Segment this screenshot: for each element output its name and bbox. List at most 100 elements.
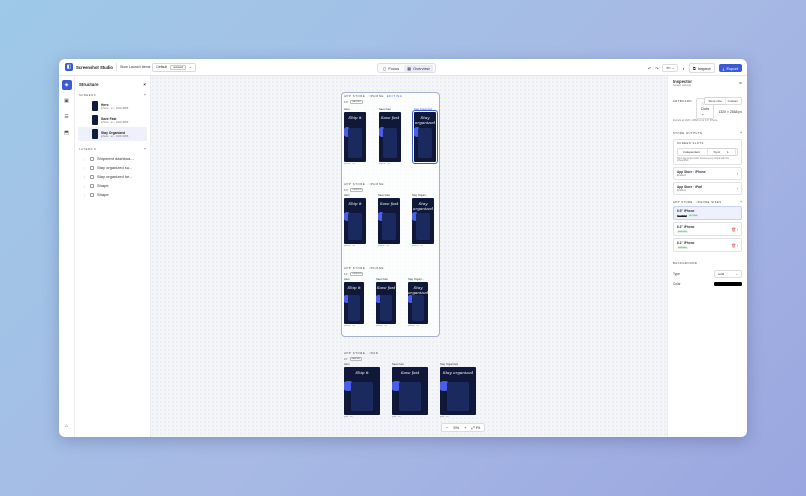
screen-item[interactable]: Stay Organized iphone · en · 1320×2868: [78, 127, 147, 141]
screenshot-footer: iphone · en: [378, 245, 389, 247]
screenshot-preview[interactable]: Save Fast Save fast iphone · en: [379, 108, 401, 165]
screenshot-headline: Stay organized: [414, 115, 436, 125]
redo-icon[interactable]: ↷: [655, 66, 658, 71]
undo-icon[interactable]: ↶: [648, 66, 651, 71]
screen-item[interactable]: Hero iphone · en · 1320×2868: [78, 99, 147, 113]
focus-icon: ◻: [383, 65, 387, 71]
sync-option[interactable]: Sync 1: [707, 149, 735, 155]
group-badge: DERIVED: [350, 188, 364, 192]
screenshot-headline: Stay organized: [408, 284, 428, 295]
language-select[interactable]: en ⌄: [662, 64, 679, 72]
screenshot-preview[interactable]: Save Fast Save fast iphone · en: [378, 194, 400, 247]
layers-tool-icon[interactable]: ◈: [61, 80, 72, 90]
device-size-item[interactable]: 6.3" iPhone DERIVED 🗑 ›: [673, 222, 742, 236]
screen-slots-card: SCREEN SLOTS Independent Sync 1 Sync laye…: [673, 139, 742, 165]
layer-name: Shape: [97, 192, 109, 197]
screenshot-headline: Ship it: [347, 284, 361, 290]
screenshot-headline: Save fast: [380, 115, 400, 120]
layer-item[interactable]: ⋮ Shape: [75, 190, 150, 199]
profile-select[interactable]: Default unsaved ⌄: [152, 62, 196, 72]
export-button[interactable]: ⤓ Export: [718, 64, 742, 72]
chevron-down-icon: ⌄: [735, 272, 738, 276]
store-output-item[interactable]: App Store · iPhone Enabled ›: [673, 167, 742, 180]
zoom-in-icon[interactable]: +: [464, 425, 466, 430]
custom-option[interactable]: Custom: [725, 98, 741, 104]
layer-item[interactable]: ⋮ Stay organized su...: [75, 163, 150, 172]
layers-count: 5: [94, 147, 97, 151]
screenshot-preview[interactable]: Save Fast Save fast ipad · en: [392, 363, 428, 418]
size-tag: DERIVED: [677, 231, 688, 233]
chevron-down-icon: ⌄: [188, 65, 192, 69]
grid-icon: ▦: [407, 65, 412, 71]
screenshot-headline: Save fast: [379, 200, 399, 206]
inspect-button[interactable]: ⧉ Inspect: [688, 63, 715, 73]
drag-handle-icon[interactable]: ⋮: [83, 166, 87, 170]
screenshot-preview[interactable]: Stay Organized Stay organized ipad · en: [440, 363, 476, 418]
layer-item[interactable]: ⋮ Shipment dashboa...: [75, 154, 150, 163]
screenshot-preview[interactable]: Save Fast Save fast iphone · en: [376, 278, 396, 327]
screen-slots-label: SCREEN SLOTS: [677, 142, 704, 145]
chevron-icon[interactable]: ›: [737, 172, 738, 176]
chevron-icon[interactable]: ›: [736, 228, 738, 232]
layer-type-icon: [90, 156, 94, 161]
screen-item[interactable]: Save Fast iphone · en · 1320×2868: [78, 113, 147, 127]
add-output-icon[interactable]: +: [740, 131, 742, 135]
screen-text: Stay Organized iphone · en · 1320×2868: [101, 131, 128, 138]
collapse-icon[interactable]: ×: [143, 82, 146, 87]
add-size-icon[interactable]: +: [740, 200, 742, 204]
profile-label: Default: [156, 65, 168, 69]
group-title: APP STORE · IPHONE: [344, 94, 384, 98]
drag-handle-icon[interactable]: ⋮: [83, 184, 87, 188]
screenshot-footer: iphone · en: [414, 163, 425, 165]
store-size-option[interactable]: Store size: [705, 98, 725, 104]
screenshot-image: Ship it: [344, 282, 364, 324]
group-title: APP STORE · IPAD: [344, 351, 379, 355]
drag-handle-icon[interactable]: ⋮: [83, 193, 87, 197]
screenshot-preview[interactable]: Hero Ship it iphone · en: [344, 278, 364, 327]
tool-rail: ◈ ▣ ☰ ⬒ ⌂: [59, 76, 75, 437]
stack-tool-icon[interactable]: ☰: [62, 112, 72, 122]
zoom-value: 5%: [453, 425, 460, 430]
background-type-select[interactable]: solid ⌄: [714, 270, 742, 278]
home-icon[interactable]: ⌂: [62, 421, 72, 431]
background-color-swatch[interactable]: [714, 282, 742, 286]
mode-focus-button[interactable]: ◻ Focus: [380, 65, 402, 72]
screenshot-preview[interactable]: Hero Ship it iphone · en: [344, 108, 366, 165]
group-badge: MASTER: [349, 357, 363, 361]
drag-handle-icon[interactable]: ⋮: [83, 157, 87, 161]
fit-button[interactable]: ⤢ Fit: [471, 425, 480, 430]
canvas[interactable]: APP STORE · IPHONE EDITING 6.9" MASTER Hero S…: [151, 76, 715, 437]
add-screen-icon[interactable]: +: [144, 93, 146, 97]
store-output-item[interactable]: App Store · iPad Enabled ›: [673, 182, 742, 195]
group-editing-link[interactable]: EDITING: [387, 94, 403, 98]
screenshot-preview[interactable]: Stay Organized Stay organized iphone · en: [412, 108, 438, 165]
assets-tool-icon[interactable]: ⬒: [62, 128, 72, 138]
layer-item[interactable]: ⋮ Stay organized he...: [75, 172, 150, 181]
screenshot-preview[interactable]: Hero Ship it ipad · en: [344, 363, 380, 418]
independent-option[interactable]: Independent: [680, 149, 703, 155]
store-outputs-label: STORE OUTPUTS: [673, 131, 703, 135]
mode-overview-button[interactable]: ▦ Overview: [404, 64, 433, 72]
size-text: 6.9" iPhone MASTER EDITING: [677, 209, 699, 217]
drag-handle-icon[interactable]: ⋮: [83, 175, 87, 179]
device-size-item[interactable]: 6.1" iPhone DERIVED 🗑 ›: [673, 238, 742, 252]
screenshot-headline: Stay organized: [412, 200, 434, 211]
image-tool-icon[interactable]: ▣: [62, 96, 72, 106]
document-name[interactable]: Slow Launch Items: [120, 65, 150, 69]
layer-item[interactable]: ⋮ Shape: [75, 181, 150, 190]
screenshot-preview[interactable]: Hero Ship it iphone · en: [344, 194, 366, 247]
preview-icon[interactable]: ◐: [682, 66, 684, 71]
screenshot-image: Stay organized: [440, 367, 476, 415]
gear-icon[interactable]: ⚙: [739, 81, 742, 85]
output-group: APP STORE · IPHONE 6.3" DERIVED Hero Ship it…: [344, 182, 434, 247]
zoom-out-icon[interactable]: −: [446, 425, 448, 430]
device-size-item[interactable]: 6.9" iPhone MASTER EDITING: [673, 206, 742, 220]
size-tag: DERIVED: [677, 247, 688, 249]
chevron-icon[interactable]: ›: [736, 244, 738, 248]
screenshot-preview[interactable]: Stay Organi... Stay organized iphone · en: [408, 278, 428, 327]
chevron-icon[interactable]: ›: [737, 187, 738, 191]
screenshot-preview[interactable]: Stay Organi... Stay organized iphone · en: [412, 194, 434, 247]
inspector-panel: Inspector Screen settings ⚙ ARTBOARD Store…: [667, 76, 747, 437]
add-layer-icon[interactable]: +: [144, 147, 146, 151]
device-mockup: [399, 382, 421, 412]
